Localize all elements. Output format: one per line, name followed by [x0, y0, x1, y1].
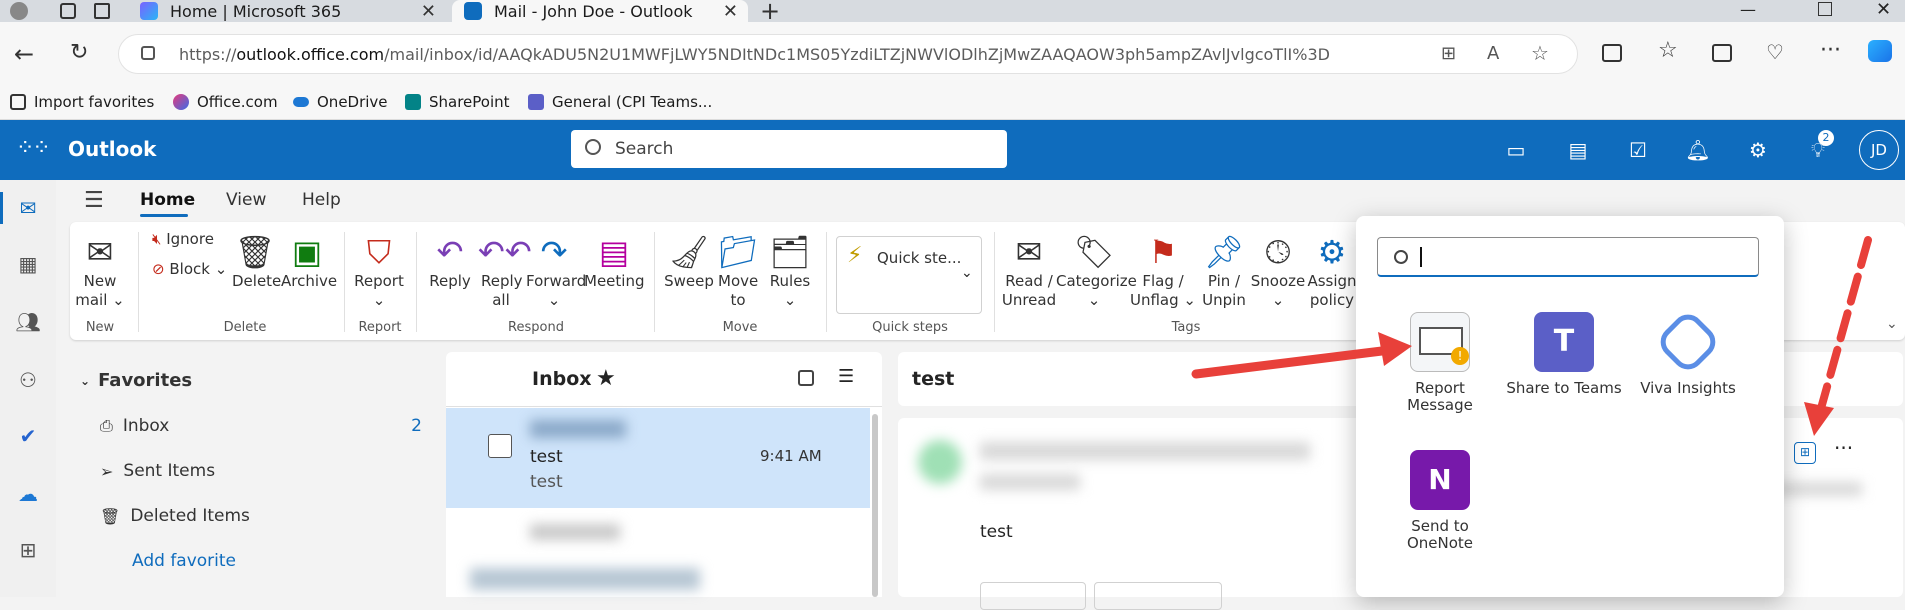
arrowhead-report-message: [1378, 332, 1412, 366]
arrow-to-apps-icon: [1816, 236, 1872, 416]
annotation-arrows: [1191, 236, 1872, 436]
arrow-to-report-message: [1191, 345, 1395, 379]
arrowhead-apps-icon: [1804, 402, 1834, 436]
